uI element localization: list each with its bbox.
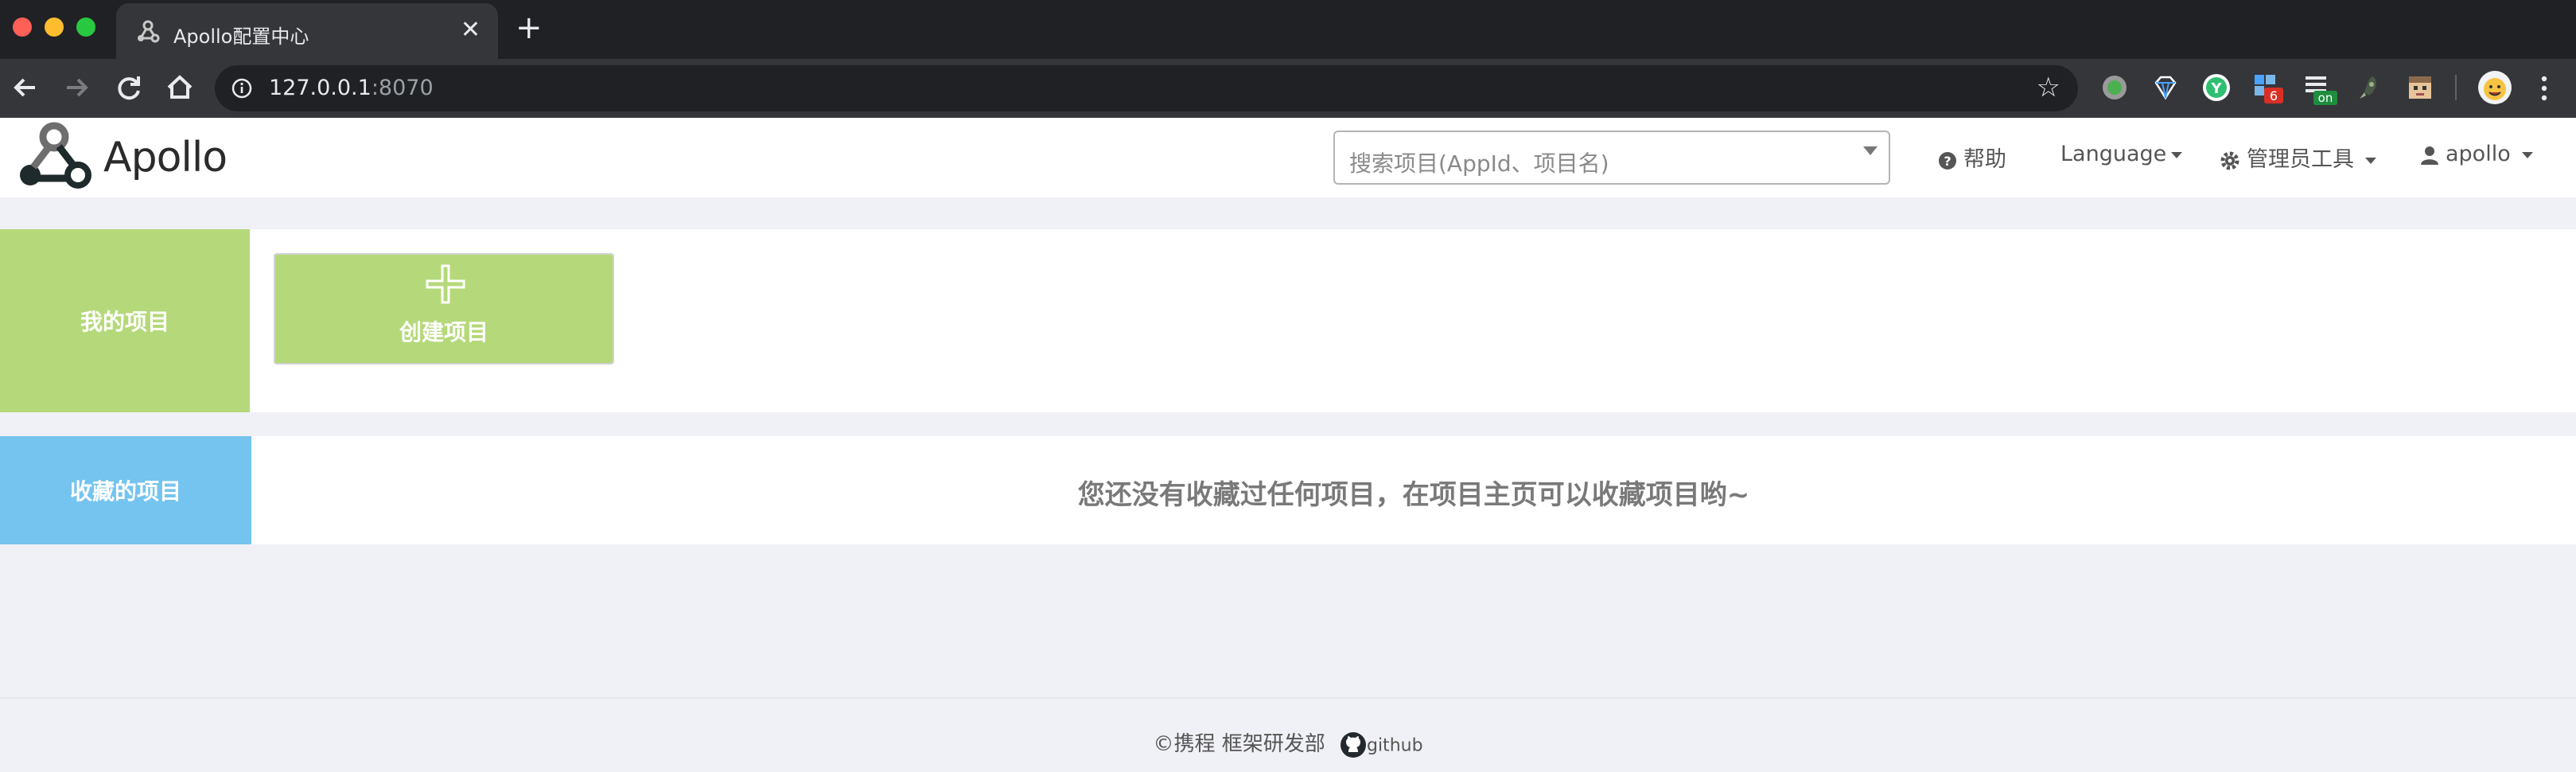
profile-avatar[interactable] [2477,70,2512,105]
help-link[interactable]: ? 帮助 [1938,142,2006,173]
forward-icon[interactable] [57,68,95,107]
back-icon[interactable] [6,68,45,107]
favorite-projects-section: 收藏的项目 您还没有收藏过任何项目，在项目主页可以收藏项目哟~ [0,436,2576,544]
tab-close-icon[interactable]: ✕ [461,16,481,44]
browser-tab[interactable]: Apollo配置中心 ✕ [116,3,498,60]
svg-text:on: on [2318,91,2333,105]
browser-menu-icon[interactable] [2539,75,2549,102]
home-icon[interactable] [161,68,199,107]
language-dropdown[interactable]: Language [2060,142,2183,166]
user-icon [2421,146,2438,165]
my-projects-label: 我的项目 [0,229,250,412]
question-circle-icon: ? [1939,151,1956,170]
ext-y-icon[interactable]: Y [2202,73,2231,102]
search-placeholder: 搜索项目(AppId、项目名) [1349,150,1609,177]
project-search-select[interactable]: 搜索项目(AppId、项目名) [1333,131,1890,185]
svg-text:?: ? [1944,154,1951,169]
ext-badge-6-icon[interactable]: 6 [2253,73,2283,103]
favorites-empty-message: 您还没有收藏过任何项目，在项目主页可以收藏项目哟~ [1077,479,1750,511]
logo-text[interactable]: Apollo [103,134,228,181]
caret-down-icon [2521,151,2533,158]
footer-copyright: ©携程 框架研发部 [1153,732,1325,756]
my-projects-section: 我的项目 创建项目 [0,229,2576,412]
admin-tools-dropdown[interactable]: 管理员工具 [2220,142,2376,173]
apollo-favicon-icon [138,20,160,43]
caret-down-icon [2365,157,2376,164]
new-tab-button[interactable]: + [516,10,543,46]
caret-down-icon [2171,151,2183,158]
github-link[interactable]: github [1340,731,1423,758]
browser-toolbar: 127.0.0.1:8070 ☆ [0,59,2576,118]
ext-face-icon[interactable] [2406,73,2434,102]
tab-title: Apollo配置中心 [173,25,309,48]
address-bar[interactable]: 127.0.0.1:8070 ☆ [215,65,2078,111]
minimize-window-button[interactable] [45,18,64,37]
reload-icon[interactable] [110,68,148,107]
maximize-window-button[interactable] [76,18,95,37]
gear-icon [2220,151,2239,170]
svg-text:6: 6 [2270,88,2278,103]
ext-rocket-icon[interactable] [2355,73,2383,102]
toolbar-divider [2455,75,2457,100]
github-icon [1340,731,1366,758]
ext-green-dot-icon[interactable] [2100,73,2129,102]
ext-diamond-icon[interactable] [2151,73,2180,102]
create-project-label: 创建项目 [399,319,488,345]
site-info-icon[interactable] [231,77,253,99]
svg-text:Y: Y [2210,80,2222,97]
apollo-logo-icon[interactable] [13,121,95,194]
user-dropdown[interactable]: apollo [2420,142,2533,166]
plus-icon [426,264,465,304]
create-project-button[interactable]: 创建项目 [274,253,614,365]
close-window-button[interactable] [13,18,32,37]
favorite-projects-label: 收藏的项目 [0,436,251,544]
ext-badge-on-icon[interactable]: on [2304,73,2337,105]
browser-titlebar: Apollo配置中心 ✕ + [0,0,2576,60]
chevron-down-icon [1863,146,1878,155]
url-text: 127.0.0.1:8070 [269,76,434,100]
app-header: Apollo 搜索项目(AppId、项目名) ? 帮助 Language 管理员… [0,118,2576,197]
bookmark-star-icon[interactable]: ☆ [2037,72,2060,103]
footer-divider [0,697,2576,699]
footer: ©携程 框架研发部 github [0,727,2576,758]
